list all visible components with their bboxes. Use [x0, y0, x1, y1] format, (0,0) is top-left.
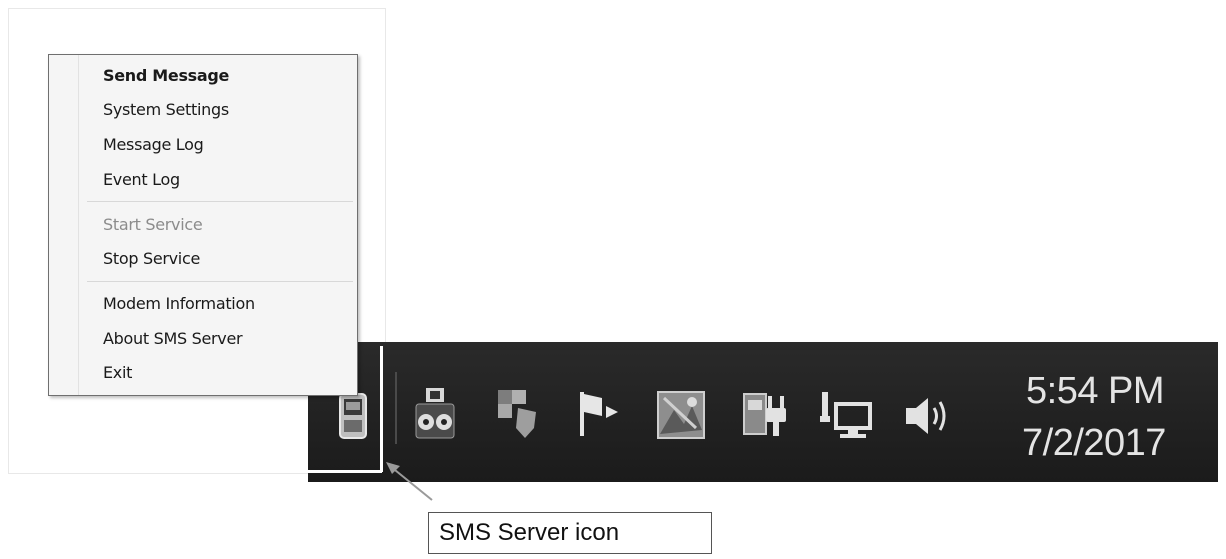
- menu-item-about-sms-server[interactable]: About SMS Server: [103, 324, 243, 354]
- clock-date[interactable]: 7/2/2017: [1022, 422, 1166, 465]
- volume-icon[interactable]: [904, 394, 954, 438]
- network-icon[interactable]: [818, 388, 874, 442]
- menu-item-start-service: Start Service: [103, 215, 203, 234]
- pointer-line-vertical: [380, 346, 383, 472]
- menu-item-send-message[interactable]: Send Message: [103, 61, 229, 91]
- menu-item-message-log[interactable]: Message Log: [103, 130, 204, 160]
- image-app-icon[interactable]: [656, 390, 706, 440]
- sms-server-icon-callout: SMS Server icon: [428, 512, 712, 554]
- menu-separator: [87, 201, 353, 202]
- callout-arrow: [386, 462, 433, 501]
- menu-item-system-settings[interactable]: System Settings: [103, 95, 229, 125]
- menu-separator: [87, 281, 353, 282]
- pointer-line-horizontal: [300, 470, 382, 473]
- menu-item-event-log[interactable]: Event Log: [103, 165, 180, 195]
- action-center-flag-icon[interactable]: [572, 388, 626, 440]
- shield-app-icon[interactable]: [492, 388, 542, 440]
- camera-app-icon[interactable]: [412, 386, 458, 442]
- menu-item-modem-information[interactable]: Modem Information: [103, 289, 255, 319]
- power-plug-icon[interactable]: [740, 388, 790, 442]
- screenshot-stage: 5:54 PM 7/2/2017 Send Message System Set…: [0, 0, 1226, 559]
- menu-item-exit[interactable]: Exit: [103, 358, 132, 388]
- menu-gutter: [49, 55, 79, 395]
- taskbar-divider: [395, 372, 397, 444]
- clock-time[interactable]: 5:54 PM: [1026, 370, 1165, 413]
- context-menu: Send Message System Settings Message Log…: [48, 54, 358, 396]
- menu-item-stop-service[interactable]: Stop Service: [103, 244, 200, 274]
- sms-server-icon[interactable]: [336, 392, 370, 440]
